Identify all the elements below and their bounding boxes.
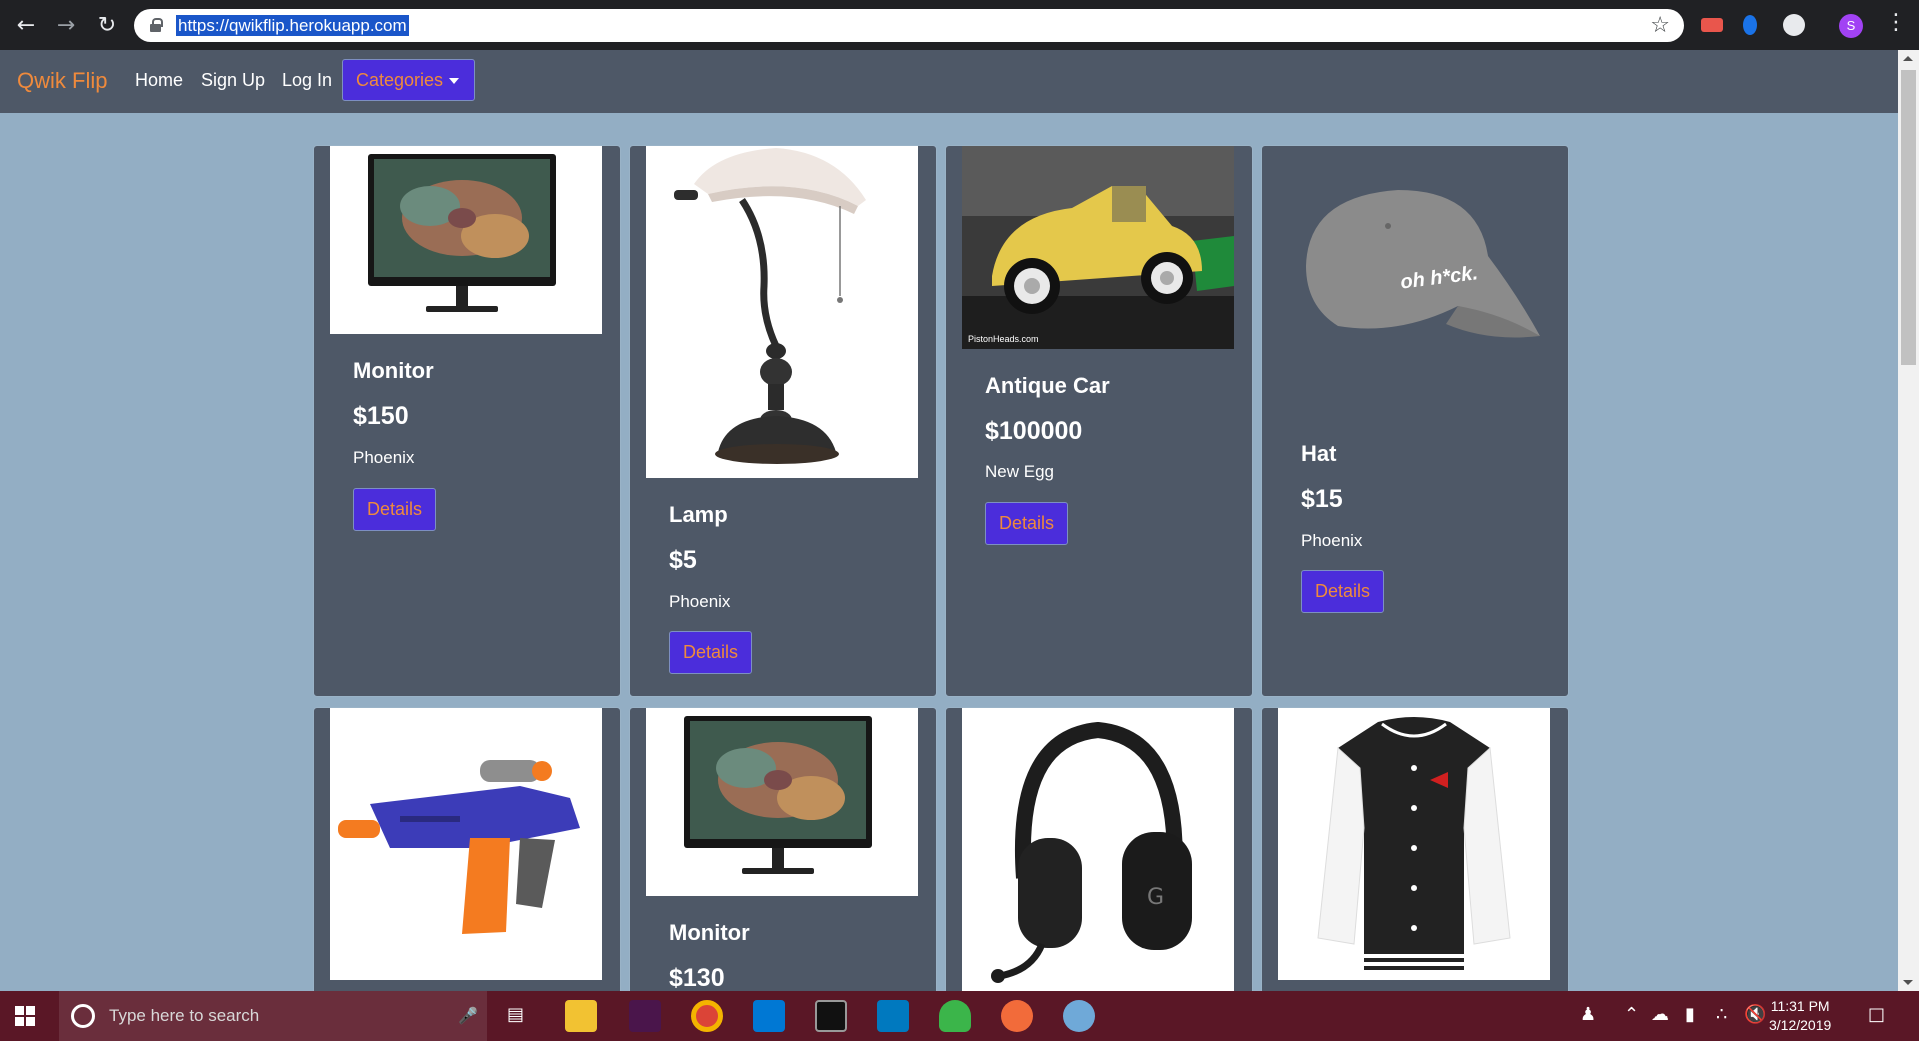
scrollbar-thumb[interactable] [1901, 70, 1916, 365]
monitor-image[interactable] [646, 708, 918, 896]
scroll-down-icon[interactable] [1903, 980, 1913, 985]
listing-card: oh h*ck. Hat $15 Phoenix Details [1261, 145, 1569, 697]
listing-card [1261, 707, 1569, 991]
brand-logo[interactable]: Qwik Flip [17, 68, 107, 94]
taskbar-clock[interactable]: 11:31 PM 3/12/2019 [1769, 997, 1831, 1035]
cortana-icon [71, 1004, 95, 1028]
headset-image[interactable]: G [962, 708, 1234, 991]
nav-signup-link[interactable]: Sign Up [201, 70, 265, 91]
nav-login-link[interactable]: Log In [282, 70, 332, 91]
antique-car-image[interactable]: PistonHeads.com [962, 146, 1234, 349]
clock-date: 3/12/2019 [1769, 1017, 1832, 1033]
postman-icon[interactable] [1001, 1000, 1033, 1032]
site-navbar: Qwik Flip Home Sign Up Log In Categories [0, 50, 1898, 113]
task-view-icon[interactable]: ▤ [507, 1004, 524, 1025]
search-placeholder: Type here to search [109, 1006, 260, 1025]
people-icon[interactable]: ♟ [1580, 1004, 1596, 1025]
listing-location: New Egg [985, 462, 1054, 481]
listing-title: Monitor [353, 358, 434, 383]
forward-icon[interactable]: → [50, 10, 82, 42]
listing-price: $150 [353, 402, 409, 430]
scroll-up-icon[interactable] [1903, 56, 1913, 61]
details-button[interactable]: Details [669, 631, 752, 674]
details-button[interactable]: Details [1301, 570, 1384, 613]
listing-card: Lamp $5 Phoenix Details [629, 145, 937, 697]
jacket-image[interactable] [1278, 708, 1550, 980]
taskbar-search-box[interactable]: Type here to search 🎤 [59, 991, 487, 1041]
listing-location: Phoenix [353, 448, 415, 467]
profile-avatar[interactable]: S [1839, 14, 1863, 38]
gitkraken-icon[interactable] [939, 1000, 971, 1032]
lamp-image[interactable] [646, 146, 918, 478]
windows-taskbar: Type here to search 🎤 ▤ ♟ ⌃ ☁ ▮ ∴ 🔇 11:3… [0, 991, 1919, 1041]
listings-grid: Monitor $150 Phoenix Details Lamp $5 Pho… [0, 113, 1898, 991]
trello-icon[interactable] [877, 1000, 909, 1032]
page-scrollbar[interactable] [1898, 50, 1919, 991]
hat-image[interactable]: oh h*ck. [1278, 146, 1550, 416]
listing-card: G [945, 707, 1253, 991]
details-button[interactable]: Details [985, 502, 1068, 545]
nav-home-link[interactable]: Home [135, 70, 183, 91]
reload-icon[interactable]: ↻ [91, 10, 123, 42]
caret-down-icon [449, 78, 459, 84]
lock-icon [150, 18, 163, 32]
url-text[interactable]: https://qwikflip.herokuapp.com [176, 15, 409, 36]
notifications-icon[interactable]: □ [1868, 1004, 1885, 1025]
listing-price: $5 [669, 546, 697, 574]
listing-title: Antique Car [985, 373, 1110, 398]
back-icon[interactable]: ← [10, 10, 42, 42]
file-explorer-icon[interactable] [565, 1000, 597, 1032]
battery-icon[interactable]: ▮ [1685, 1004, 1695, 1025]
listing-card: Monitor $150 Phoenix Details [313, 145, 621, 697]
volume-muted-icon[interactable]: 🔇 [1744, 1004, 1766, 1025]
chevron-up-icon[interactable]: ⌃ [1624, 1004, 1639, 1025]
wifi-icon[interactable]: ∴ [1716, 1004, 1727, 1025]
clock-time: 11:31 PM [1770, 998, 1830, 1014]
extension-circle-icon[interactable] [1783, 14, 1805, 36]
terminal-icon[interactable] [815, 1000, 847, 1032]
svg-text:G: G [1147, 885, 1164, 910]
listing-card: Monitor $130 [629, 707, 937, 991]
paint-icon[interactable] [1063, 1000, 1095, 1032]
microphone-icon[interactable]: 🎤 [458, 1006, 478, 1025]
listing-price: $130 [669, 964, 725, 991]
listing-price: $100000 [985, 417, 1083, 445]
extension-pin-icon[interactable] [1743, 15, 1757, 35]
slack-icon[interactable] [629, 1000, 661, 1032]
categories-dropdown-button[interactable]: Categories [342, 59, 475, 101]
onedrive-icon[interactable]: ☁ [1651, 1004, 1669, 1025]
car-watermark: PistonHeads.com [968, 334, 1039, 344]
listing-title: Hat [1301, 441, 1337, 466]
vscode-icon[interactable] [753, 1000, 785, 1032]
listing-price: $15 [1301, 485, 1343, 513]
toy-blaster-image[interactable] [330, 708, 602, 980]
categories-label: Categories [356, 70, 444, 90]
listing-title: Monitor [669, 920, 750, 945]
more-menu-icon[interactable]: ⋮ [1885, 10, 1907, 35]
listing-location: Phoenix [669, 592, 731, 611]
chrome-icon[interactable] [691, 1000, 723, 1032]
listing-card [313, 707, 621, 991]
listing-title: Lamp [669, 502, 728, 527]
listing-location: Phoenix [1301, 531, 1363, 550]
address-bar[interactable]: https://qwikflip.herokuapp.com ☆ [134, 9, 1684, 42]
extension-icon[interactable] [1701, 18, 1723, 32]
monitor-image[interactable] [330, 146, 602, 334]
browser-toolbar: ← → ↻ https://qwikflip.herokuapp.com ☆ S… [0, 0, 1919, 50]
details-button[interactable]: Details [353, 488, 436, 531]
windows-start-icon[interactable] [15, 1006, 35, 1026]
listing-card: PistonHeads.com Antique Car $100000 New … [945, 145, 1253, 697]
star-icon[interactable]: ☆ [1650, 13, 1670, 38]
